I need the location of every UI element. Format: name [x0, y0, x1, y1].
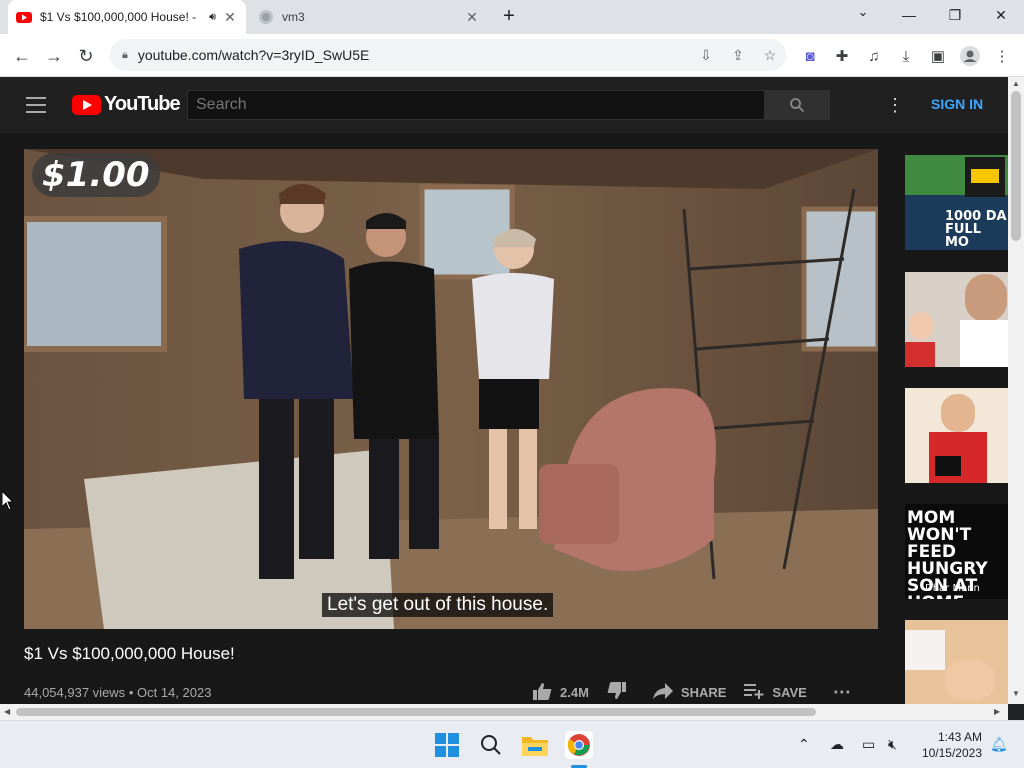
- share-button[interactable]: SHARE: [652, 683, 727, 702]
- tab-title: $1 Vs $100,000,000 House! -: [40, 10, 197, 24]
- dislike-button[interactable]: [607, 682, 635, 703]
- onedrive-icon[interactable]: ☁: [830, 736, 844, 753]
- recommendation-thumbnail[interactable]: MOM WON'T FEED HUNGRY SON AT HOME Dhar M…: [905, 504, 1008, 599]
- tab-vm3[interactable]: vm3 ✕: [250, 0, 488, 34]
- thumbs-up-icon: [532, 682, 552, 703]
- show-hidden-icons-icon[interactable]: ⌃: [798, 736, 810, 753]
- volume-muted-icon[interactable]: 🔇︎: [888, 736, 897, 753]
- search-icon: [790, 98, 805, 113]
- like-button[interactable]: 2.4M: [532, 682, 589, 703]
- recommendation-thumbnail[interactable]: [905, 272, 1008, 367]
- youtube-header: YouTube ⋮ SIGN IN: [0, 77, 1008, 133]
- share-arrow-icon: [652, 683, 673, 702]
- url-text[interactable]: youtube.com/watch?v=3ryID_SwU5E: [138, 47, 690, 63]
- save-button[interactable]: SAVE: [744, 683, 807, 702]
- youtube-page: YouTube ⋮ SIGN IN: [0, 77, 1008, 704]
- chrome-menu-icon[interactable]: ⋮: [992, 46, 1012, 66]
- address-bar[interactable]: 🔒︎ youtube.com/watch?v=3ryID_SwU5E ⇩ ⇪ ☆: [110, 39, 786, 71]
- like-count: 2.4M: [560, 685, 589, 700]
- thumbnail-channel-text: Dhar Mann: [925, 583, 980, 594]
- youtube-play-icon: [72, 94, 101, 115]
- back-icon[interactable]: ←: [8, 42, 36, 70]
- forward-icon[interactable]: →: [40, 42, 68, 70]
- horizontal-scrollbar[interactable]: ◀ ▶: [0, 704, 1008, 720]
- menu-icon[interactable]: [26, 97, 46, 113]
- video-caption: Let's get out of this house.: [322, 593, 554, 617]
- price-overlay: $1.00: [32, 153, 160, 197]
- extensions-puzzle-icon[interactable]: ✚: [832, 46, 852, 66]
- bookmark-star-icon[interactable]: ☆: [754, 47, 786, 64]
- restore-button[interactable]: ❐: [932, 0, 978, 30]
- settings-kebab-icon[interactable]: ⋮: [886, 95, 904, 115]
- close-window-button[interactable]: ✕: [978, 0, 1024, 30]
- scroll-left-icon[interactable]: ◀: [4, 707, 10, 716]
- share-label: SHARE: [680, 685, 727, 700]
- tab-search-icon[interactable]: ⌄: [852, 4, 874, 26]
- search-input[interactable]: [187, 90, 765, 120]
- vertical-scrollbar[interactable]: ▲ ▼: [1008, 77, 1024, 704]
- display-icon[interactable]: ▭: [862, 736, 875, 753]
- close-tab-icon[interactable]: ✕: [464, 9, 480, 25]
- thumbnail-overlay-text: 1000 DA FULL MO: [945, 209, 1007, 250]
- more-actions-icon[interactable]: ⋯: [833, 682, 851, 703]
- playlist-add-icon: [744, 683, 764, 702]
- youtube-logo[interactable]: YouTube: [72, 93, 181, 116]
- video-actions: 2.4M SHARE SAVE ⋯: [532, 682, 869, 703]
- globe-icon: [259, 10, 273, 24]
- tab-strip: $1 Vs $100,000,000 House! - 🔊︎ ✕ vm3 ✕ +…: [0, 0, 1024, 34]
- file-explorer-icon[interactable]: [521, 731, 549, 759]
- profile-avatar-icon[interactable]: [960, 46, 980, 66]
- video-title: $1 Vs $100,000,000 House!: [24, 644, 235, 663]
- recommendation-thumbnail[interactable]: [905, 388, 1008, 483]
- thumbs-down-icon: [607, 682, 627, 703]
- video-meta: 44,054,937 views • Oct 14, 2023: [24, 685, 211, 700]
- windows-start-icon[interactable]: [433, 731, 461, 759]
- extension-icon[interactable]: ◙: [800, 46, 820, 66]
- save-label: SAVE: [772, 685, 807, 700]
- reload-icon[interactable]: ↻: [72, 42, 100, 70]
- clock-date: 10/15/2023: [921, 746, 982, 760]
- install-app-icon[interactable]: ⇩: [690, 47, 722, 64]
- youtube-icon: [16, 12, 32, 23]
- tab-youtube[interactable]: $1 Vs $100,000,000 House! - 🔊︎ ✕: [8, 0, 246, 34]
- youtube-logo-text: YouTube: [104, 93, 181, 115]
- system-clock[interactable]: 1:43 AM 10/15/2023: [912, 729, 982, 761]
- clock-time: 1:43 AM: [937, 730, 982, 744]
- minimize-button[interactable]: —: [886, 0, 932, 30]
- close-tab-icon[interactable]: ✕: [222, 9, 238, 25]
- scrollbar-thumb[interactable]: [1011, 91, 1021, 241]
- browser-toolbar: ← → ↻ 🔒︎ youtube.com/watch?v=3ryID_SwU5E…: [0, 34, 1024, 77]
- windows-taskbar: ⌃ ☁ ▭ 🔇︎ 1:43 AM 10/15/2023 🔔︎: [0, 720, 1024, 768]
- mouse-cursor-icon: [2, 491, 14, 511]
- video-player[interactable]: $1.00 Let's get out of this house.: [24, 149, 878, 629]
- scroll-up-icon[interactable]: ▲: [1012, 79, 1020, 88]
- share-icon[interactable]: ⇪: [722, 47, 754, 64]
- recommendation-thumbnail[interactable]: [905, 620, 1008, 704]
- view-count: 44,054,937 views: [24, 685, 126, 700]
- speaker-icon[interactable]: 🔊︎: [209, 11, 216, 24]
- video-frame-image: [24, 149, 878, 629]
- scroll-down-icon[interactable]: ▼: [1012, 689, 1020, 698]
- downloads-icon[interactable]: ⤓: [896, 46, 916, 66]
- media-control-icon[interactable]: ♫: [864, 46, 884, 66]
- tab-title: vm3: [282, 10, 305, 24]
- side-panel-icon[interactable]: ▣: [928, 46, 948, 66]
- sign-in-button[interactable]: SIGN IN: [931, 96, 983, 112]
- scroll-right-icon[interactable]: ▶: [994, 707, 1000, 716]
- meta-separator: •: [128, 685, 137, 700]
- notification-bell-icon[interactable]: 🔔︎: [990, 736, 1008, 753]
- search-button[interactable]: [764, 90, 830, 120]
- chrome-icon[interactable]: [565, 731, 593, 759]
- recommendation-thumbnail[interactable]: 1000 DA FULL MO: [905, 155, 1008, 250]
- scrollbar-thumb[interactable]: [16, 708, 816, 716]
- search-icon[interactable]: [477, 731, 505, 759]
- upload-date: Oct 14, 2023: [136, 685, 212, 700]
- new-tab-button[interactable]: +: [498, 6, 520, 28]
- lock-icon[interactable]: 🔒︎: [122, 49, 128, 62]
